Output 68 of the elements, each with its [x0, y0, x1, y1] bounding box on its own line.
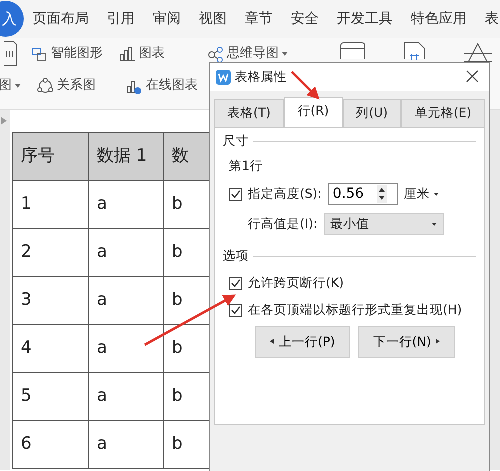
- menu-tab[interactable]: 审阅: [144, 8, 190, 30]
- menu-tab[interactable]: 引用: [98, 8, 144, 30]
- bar-chart-icon: [119, 46, 136, 62]
- height-field[interactable]: 0.56: [328, 184, 377, 205]
- page-number-icon: [404, 42, 426, 60]
- dialog-tab[interactable]: 行(R): [284, 97, 343, 127]
- caret-icon: [432, 222, 437, 226]
- dialog-title: 表格属性: [235, 68, 287, 86]
- dialog-tab[interactable]: 表格(T): [214, 99, 284, 127]
- ribbon-button[interactable]: 思维导图: [204, 44, 291, 64]
- section-title: 尺寸: [223, 132, 249, 150]
- table-cell: a: [88, 276, 164, 324]
- row-label: 第1行: [229, 156, 264, 174]
- menu-tab[interactable]: 开发工具: [328, 8, 402, 30]
- smartart-icon: [31, 46, 48, 62]
- checkbox-label: 在各页顶端以标题行形式重复出现(H): [248, 300, 462, 319]
- section-title: 选项: [223, 247, 249, 266]
- arrow-left-icon: [270, 339, 274, 344]
- table-cell: 6: [12, 420, 88, 468]
- app-logo[interactable]: 入: [0, 1, 24, 37]
- menu-tab[interactable]: 表: [476, 8, 500, 30]
- ribbon-button[interactable]: 图表: [116, 44, 168, 64]
- close-icon: [466, 70, 479, 84]
- table-cell: a: [88, 324, 164, 372]
- table-cell: a: [88, 180, 164, 228]
- arrow-right-icon: [436, 339, 440, 344]
- document-icon: [4, 41, 18, 67]
- page-layout-icon: [340, 42, 366, 60]
- table-cell: 4: [12, 324, 88, 372]
- relation-icon: [37, 78, 54, 94]
- app-icon: [216, 70, 231, 84]
- dialog-tab[interactable]: 列(U): [342, 99, 402, 127]
- unit-dropdown[interactable]: 厘米: [404, 184, 439, 204]
- menu-tab[interactable]: 特色应用: [402, 8, 476, 30]
- field-label: 指定高度(S):: [248, 184, 322, 203]
- row-height-select[interactable]: 最小值: [324, 213, 444, 236]
- ruler-marker-icon: [0, 116, 8, 126]
- table-cell: 2: [12, 228, 88, 276]
- menu-tab[interactable]: 章节: [236, 8, 282, 30]
- table-cell: 3: [12, 276, 88, 324]
- ribbon-button[interactable]: 关系图: [34, 76, 99, 96]
- column-header: 序号: [12, 132, 88, 180]
- checkbox[interactable]: [229, 304, 242, 317]
- menu-tab[interactable]: 页面布局: [24, 8, 98, 30]
- table-cell: a: [88, 420, 164, 468]
- column-header: 数: [164, 132, 210, 180]
- caret-icon: [434, 192, 439, 196]
- checkbox[interactable]: [229, 276, 242, 290]
- ribbon-button[interactable]: 智能图形: [28, 44, 106, 64]
- table-cell: a: [88, 372, 164, 420]
- menu-tab[interactable]: 安全: [282, 8, 328, 30]
- column-header: 数据 1: [88, 132, 164, 180]
- checkbox-label: 允许跨页断行(K): [248, 274, 344, 292]
- dialog-tab[interactable]: 单元格(E): [401, 99, 486, 127]
- spin-box[interactable]: 0.56: [328, 183, 398, 206]
- menu-tab[interactable]: 视图: [190, 8, 236, 30]
- mind-map-icon: [207, 46, 224, 62]
- table-cell: 1: [12, 180, 88, 228]
- nav-button[interactable]: 下一行(N): [358, 326, 456, 358]
- ribbon-button[interactable]: 在线图表: [123, 76, 201, 96]
- field-label: 行高值是(I):: [248, 214, 318, 233]
- ribbon-button[interactable]: 图: [0, 76, 24, 96]
- table-cell: 5: [12, 372, 88, 420]
- annotation-arrow: [291, 71, 320, 100]
- table-cell: a: [88, 228, 164, 276]
- spinner-icon: [376, 185, 387, 204]
- checkbox[interactable]: [229, 188, 242, 201]
- nav-button[interactable]: 上一行(P): [255, 326, 350, 358]
